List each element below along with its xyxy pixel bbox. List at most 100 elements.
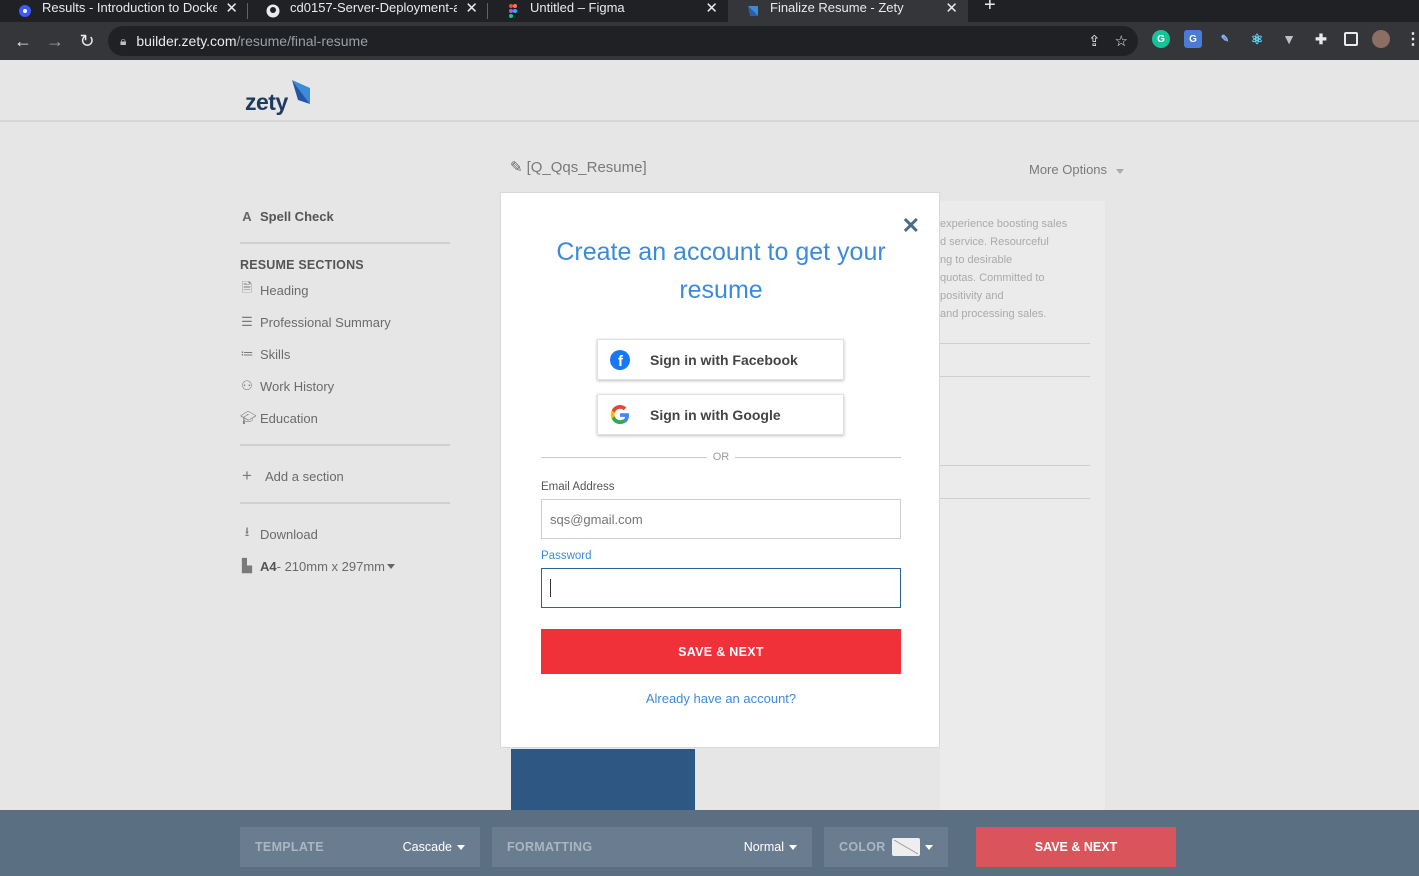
color-swatch xyxy=(892,838,920,856)
tab-title: Results - Introduction to Docke xyxy=(42,0,218,15)
download-icon: ⭳ xyxy=(244,524,250,539)
divider xyxy=(940,343,1090,344)
browser-tab[interactable]: Untitled – Figma ✕ xyxy=(488,0,728,22)
resume-name[interactable]: ✎ [Q_Qqs_Resume] xyxy=(510,158,647,177)
close-tab-icon[interactable]: ✕ xyxy=(465,0,478,17)
new-tab-icon[interactable]: + xyxy=(984,0,996,17)
template-selector[interactable]: TEMPLATE Cascade xyxy=(240,827,480,867)
more-options-label: More Options xyxy=(1029,162,1108,177)
resume-preview-sidebar-block xyxy=(511,749,695,811)
caret-down-icon xyxy=(1115,169,1124,174)
pen-extension-icon[interactable]: ✎ xyxy=(1216,30,1234,48)
sidebar-item-skills[interactable]: ≔ Skills xyxy=(240,338,450,370)
sidebar-item-work-history[interactable]: ⚇ Work History xyxy=(240,370,450,402)
close-tab-icon[interactable]: ✕ xyxy=(705,0,718,17)
puzzle-extensions-icon[interactable]: ✚ xyxy=(1312,30,1330,48)
divider xyxy=(240,444,450,446)
react-devtools-icon[interactable]: ⚛ xyxy=(1248,30,1266,48)
add-section-label: Add a section xyxy=(265,468,344,484)
browser-toolbar: ← → ↻ 🔒︎ builder.zety.com/resume/final-r… xyxy=(0,22,1419,60)
modal-title: Create an account to get your resume xyxy=(556,238,886,304)
divider xyxy=(240,242,450,244)
more-options-button[interactable]: More Options xyxy=(1029,162,1124,177)
page-size-bold: A4 xyxy=(260,558,277,574)
color-selector[interactable]: COLOR xyxy=(824,827,948,867)
facebook-icon: f xyxy=(609,349,631,371)
translate-icon[interactable]: G xyxy=(1184,30,1202,48)
email-label: Email Address xyxy=(541,481,615,493)
spell-check-button[interactable]: A Spell Check xyxy=(240,200,450,232)
sidebar-item-professional-summary[interactable]: ☰ Professional Summary xyxy=(240,306,450,338)
caret-down-icon xyxy=(457,844,465,850)
sidebar-item-label: Skills xyxy=(260,346,291,362)
sidebar-item-label: Heading xyxy=(260,282,309,298)
formatting-label: FORMATTING xyxy=(507,840,593,854)
facebook-signin-label: Sign in with Facebook xyxy=(650,351,798,368)
preview-summary-text: experience boosting sales d service. Res… xyxy=(940,218,1068,320)
browser-tab[interactable]: cd0157-Server-Deployment-ar ✕ xyxy=(248,0,488,22)
logo-text: zety xyxy=(245,89,288,115)
google-signin-button[interactable]: Sign in with Google xyxy=(597,394,844,435)
formatting-selector[interactable]: FORMATTING Normal xyxy=(492,827,812,867)
spell-check-icon: A xyxy=(242,208,252,224)
close-icon[interactable]: ✕ xyxy=(902,213,920,239)
address-bar[interactable]: 🔒︎ builder.zety.com/resume/final-resume … xyxy=(108,26,1138,56)
create-account-modal: ✕ Create an account to get your resume f… xyxy=(500,192,940,748)
reload-icon[interactable]: ↻ xyxy=(78,31,96,51)
docker-favicon-icon xyxy=(18,4,32,18)
zety-favicon-icon xyxy=(746,4,760,18)
save-and-next-button[interactable]: SAVE & NEXT xyxy=(541,629,901,674)
extensions-area: G G ✎ ⚛ ▼ ✚ ⋮ xyxy=(1152,30,1419,48)
already-have-account-link[interactable]: Already have an account? xyxy=(541,691,901,706)
download-label: Download xyxy=(260,526,318,542)
google-icon xyxy=(609,404,631,426)
caret-down-icon xyxy=(387,563,395,569)
add-section-button[interactable]: + Add a section xyxy=(240,460,450,492)
facebook-signin-button[interactable]: f Sign in with Facebook xyxy=(597,339,844,380)
sidepanel-icon[interactable] xyxy=(1344,32,1358,46)
sidebar: A Spell Check RESUME SECTIONS 🗎︎ Heading… xyxy=(240,200,450,582)
share-icon[interactable]: ⇪ xyxy=(1088,32,1101,50)
site-header: zety xyxy=(0,60,1419,122)
caret-down-icon xyxy=(925,844,933,850)
password-label: Password xyxy=(541,550,592,562)
plus-icon: + xyxy=(242,466,252,485)
page: zety A Spell Check RESUME SECTIONS 🗎︎ He… xyxy=(0,60,1419,876)
zety-logo[interactable]: zety xyxy=(245,80,312,116)
browser-tab-active[interactable]: Finalize Resume - Zety ✕ xyxy=(728,0,968,22)
close-tab-icon[interactable]: ✕ xyxy=(225,0,238,17)
sidebar-item-label: Work History xyxy=(260,378,335,394)
forward-icon[interactable]: → xyxy=(46,31,64,51)
bottom-save-and-next-button[interactable]: SAVE & NEXT xyxy=(976,827,1176,867)
divider xyxy=(940,498,1090,499)
download-button[interactable]: ⭳ Download xyxy=(240,518,450,550)
page-size-selector[interactable]: ▙ A4 - 210mm x 297mm xyxy=(240,550,450,582)
bookmark-star-icon[interactable]: ☆ xyxy=(1115,32,1128,50)
url-path: /resume/final-resume xyxy=(236,33,369,49)
sidebar-item-heading[interactable]: 🗎︎ Heading xyxy=(240,274,450,306)
template-value: Cascade xyxy=(402,840,452,854)
lines-icon: ☰ xyxy=(241,314,253,329)
email-field[interactable] xyxy=(541,499,901,539)
caret-down-icon xyxy=(789,844,797,850)
close-tab-icon[interactable]: ✕ xyxy=(945,0,958,17)
resume-name-text: [Q_Qqs_Resume] xyxy=(526,158,647,176)
tab-title: cd0157-Server-Deployment-ar xyxy=(290,0,458,15)
divider xyxy=(940,376,1090,377)
back-icon[interactable]: ← xyxy=(14,31,32,51)
password-field[interactable] xyxy=(541,568,901,608)
resume-preview: experience boosting sales d service. Res… xyxy=(940,201,1105,821)
sidebar-item-education[interactable]: 🎓︎ Education xyxy=(240,402,450,434)
users-icon: ⚇ xyxy=(241,378,253,393)
menu-kebab-icon[interactable]: ⋮ xyxy=(1404,30,1419,48)
vue-devtools-icon[interactable]: ▼ xyxy=(1280,30,1298,48)
pencil-icon: ✎ xyxy=(510,159,523,176)
resume-sections-heading: RESUME SECTIONS xyxy=(240,258,364,272)
grammarly-icon[interactable]: G xyxy=(1152,30,1170,48)
github-favicon-icon xyxy=(266,4,280,18)
tab-title: Untitled – Figma xyxy=(530,0,625,15)
bottom-toolbar: TEMPLATE Cascade FORMATTING Normal COLOR… xyxy=(0,810,1419,876)
browser-tab[interactable]: Results - Introduction to Docke ✕ xyxy=(0,0,248,22)
profile-avatar[interactable] xyxy=(1372,30,1390,48)
figma-favicon-icon xyxy=(506,4,520,18)
